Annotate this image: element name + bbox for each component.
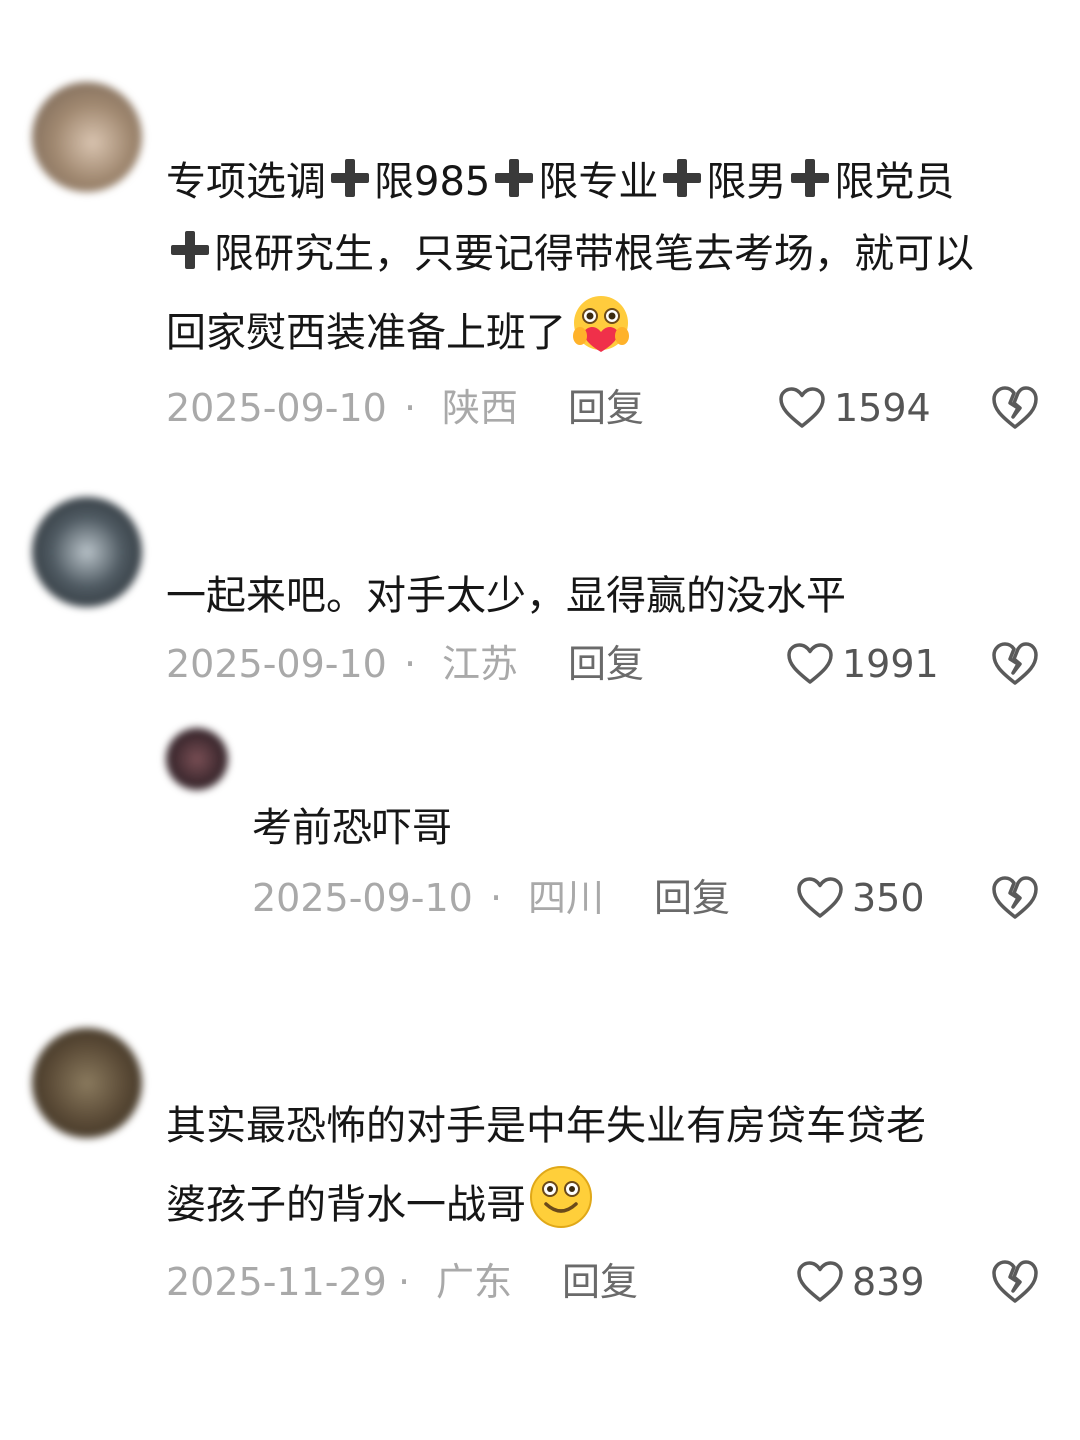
comment-meta: 2025-09-10 · 陕西 回复 [166, 378, 686, 438]
reply-button[interactable]: 回复 [568, 378, 644, 438]
heart-outline-icon [787, 643, 833, 684]
meta-separator: · [398, 1260, 411, 1304]
comment-text-segment: 限专业 [538, 159, 659, 205]
comment-text: 专项选调 限985 限专业 限男 限党员 限研究生，只要记得带根笔去考场，就可以 回家熨… [166, 146, 974, 369]
reply-button[interactable]: 回复 [562, 1252, 638, 1312]
plus-icon [167, 227, 213, 273]
comment-text-segment: 婆孩子的背水一战哥 [166, 1182, 526, 1228]
avatar[interactable] [32, 497, 142, 607]
comment-meta: 2025-09-10 · 江苏 回复 [166, 634, 686, 694]
avatar[interactable] [32, 82, 142, 192]
like-count: 350 [852, 876, 925, 920]
heart-outline-icon [779, 387, 825, 428]
broken-heart-icon[interactable] [990, 639, 1040, 689]
like-button[interactable]: 1594 [778, 378, 931, 438]
reply-button[interactable]: 回复 [568, 634, 644, 694]
heart-outline-icon [797, 877, 843, 918]
hug-face-emoji [573, 296, 629, 352]
comment-date: 2025-11-29 [166, 1260, 387, 1304]
comment-text-segment: 限985 [374, 159, 491, 205]
comment-meta: 2025-11-29 · 广东 回复 [166, 1252, 686, 1312]
comment-text-segment: 限党员 [834, 159, 955, 205]
plus-icon [659, 155, 705, 201]
comment-text-line: 考前恐吓哥 [252, 805, 452, 851]
comment-text-segment: 专项选调 [166, 159, 326, 205]
comment-date: 2025-09-10 [166, 642, 387, 686]
heart-outline-icon [797, 1261, 843, 1302]
comment-text-line: 一起来吧。对手太少，显得赢的没水平 [166, 573, 846, 619]
comment-location: 四川 [528, 876, 605, 920]
smiling-face-emoji [530, 1166, 592, 1228]
comment-location: 陕西 [442, 386, 519, 430]
broken-heart-icon[interactable] [990, 873, 1040, 923]
like-button[interactable]: 1991 [786, 634, 939, 694]
comment-text-line: 其实最恐怖的对手是中年失业有房贷车贷老 [166, 1103, 926, 1149]
like-button[interactable]: 839 [796, 1252, 936, 1312]
comment-text-segment: 回家熨西装准备上班了 [166, 310, 566, 356]
avatar[interactable] [32, 1028, 142, 1138]
plus-icon [327, 155, 373, 201]
comment-text-segment: 限研究生，只要记得带根笔去考场，就可以 [214, 231, 974, 277]
comment-text: 一起来吧。对手太少，显得赢的没水平 [166, 560, 846, 632]
like-count: 1594 [834, 386, 931, 430]
like-count: 1991 [842, 642, 939, 686]
comment-location: 广东 [436, 1260, 513, 1304]
plus-icon [787, 155, 833, 201]
avatar[interactable] [166, 728, 228, 790]
comment-location: 江苏 [442, 642, 519, 686]
comment-date: 2025-09-10 [252, 876, 473, 920]
broken-heart-icon[interactable] [990, 1257, 1040, 1307]
meta-separator: · [490, 876, 503, 920]
plus-icon [491, 155, 537, 201]
comment-text: 考前恐吓哥 [252, 792, 452, 864]
meta-separator: · [404, 386, 417, 430]
like-button[interactable]: 350 [796, 868, 936, 928]
comment-meta: 2025-09-10 · 四川 回复 [252, 868, 772, 928]
like-count: 839 [852, 1260, 925, 1304]
reply-button[interactable]: 回复 [654, 868, 730, 928]
comment-text: 其实最恐怖的对手是中年失业有房贷车贷老 婆孩子的背水一战哥 [166, 1090, 926, 1241]
comment-date: 2025-09-10 [166, 386, 387, 430]
meta-separator: · [404, 642, 417, 686]
broken-heart-icon[interactable] [990, 383, 1040, 433]
comment-text-segment: 限男 [706, 159, 787, 205]
